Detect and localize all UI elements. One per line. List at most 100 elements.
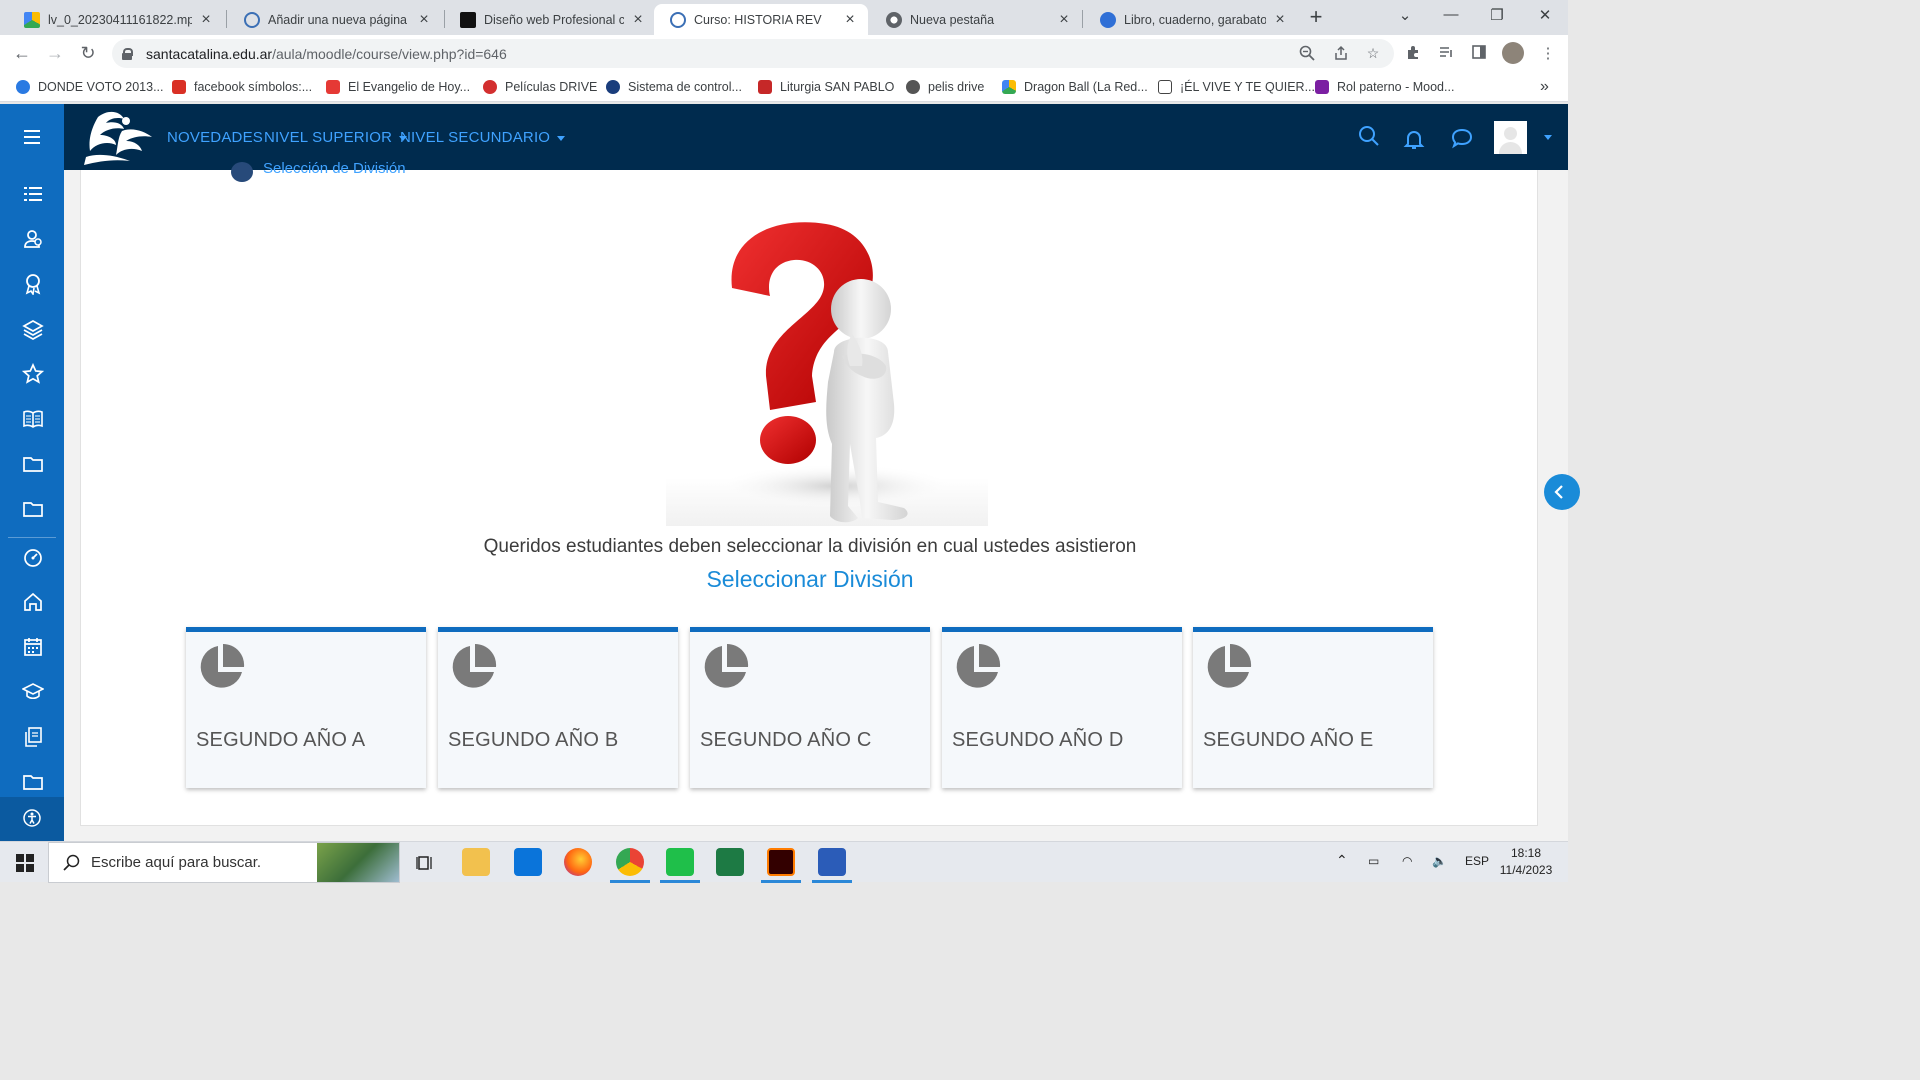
menu-novedades[interactable]: NOVEDADES [167, 129, 263, 146]
division-card-d[interactable]: SEGUNDO AÑO D [942, 627, 1182, 788]
active-app-indicator [660, 880, 700, 883]
bookmark-item[interactable]: Liturgia SAN PABLO [758, 78, 894, 96]
more-bookmarks-icon[interactable]: » [1540, 78, 1549, 96]
user-menu-caret-icon[interactable] [1544, 135, 1552, 140]
new-tab-icon[interactable]: + [1304, 6, 1328, 30]
list-icon[interactable] [22, 183, 44, 205]
folder-icon[interactable] [22, 498, 44, 520]
battery-icon[interactable]: ▭ [1368, 854, 1379, 868]
participants-icon[interactable] [22, 228, 44, 250]
tab-search-icon[interactable]: ⌄ [1390, 6, 1420, 24]
word-icon[interactable] [818, 848, 846, 876]
right-drawer-toggle[interactable] [1544, 474, 1580, 510]
calendar-icon[interactable] [22, 636, 44, 658]
bell-icon[interactable] [1402, 127, 1426, 151]
course-section-card: Selección de División Queridos estudiant… [80, 160, 1539, 826]
previous-activity-link[interactable]: Selección de División [263, 160, 406, 177]
browser-tab[interactable]: lv_0_20230411161822.mp4 × [8, 4, 224, 35]
left-drawer [0, 170, 64, 841]
illustrator-icon[interactable] [767, 848, 795, 876]
bookmark-item[interactable]: Rol paterno - Mood... [1315, 78, 1454, 96]
menu-nivel-superior[interactable]: NIVEL SUPERIOR [264, 129, 408, 146]
bookmark-item[interactable]: Sistema de control... [606, 78, 742, 96]
chrome-menu-icon[interactable]: ⋮ [1538, 44, 1558, 64]
folder-icon[interactable] [22, 453, 44, 475]
bookmark-item[interactable]: Dragon Ball (La Red... [1002, 78, 1148, 96]
badges-icon[interactable] [22, 273, 44, 295]
volume-icon[interactable]: 🔈 [1432, 854, 1447, 868]
close-window-icon[interactable]: ✕ [1530, 6, 1560, 24]
browser-tab[interactable]: Nueva pestaña × [870, 4, 1082, 35]
menu-nivel-secundario[interactable]: NIVEL SECUNDARIO [400, 129, 566, 146]
division-card-e[interactable]: SEGUNDO AÑO E [1193, 627, 1433, 788]
school-logo[interactable] [78, 109, 154, 167]
address-bar[interactable]: santacatalina.edu.ar/aula/moodle/course/… [112, 39, 1394, 68]
wifi-icon[interactable]: ◠ [1402, 854, 1412, 868]
browser-tab-active[interactable]: Curso: HISTORIA REV × [654, 4, 868, 35]
language-indicator[interactable]: ESP [1465, 854, 1489, 868]
excel-icon[interactable] [716, 848, 744, 876]
task-view-icon[interactable] [416, 854, 434, 872]
profile-avatar[interactable] [1502, 42, 1524, 64]
pj-favicon-icon [1158, 80, 1172, 94]
accessibility-button[interactable] [0, 797, 64, 841]
bookmark-item[interactable]: pelis drive [906, 78, 984, 96]
graduation-cap-icon[interactable] [22, 681, 44, 703]
restore-icon[interactable]: ❐ [1482, 6, 1512, 24]
minimize-icon[interactable]: — [1436, 6, 1466, 23]
file-explorer-icon[interactable] [462, 848, 490, 876]
url-host: santacatalina.edu.ar [146, 45, 273, 62]
lock-icon[interactable] [122, 47, 133, 60]
drawer-toggle-button[interactable] [0, 104, 64, 170]
tray-chevron-up-icon[interactable]: ⌃ [1336, 852, 1348, 869]
extensions-icon[interactable] [1404, 44, 1424, 64]
browser-tab[interactable]: Libro, cuaderno, garabato, × [1084, 4, 1298, 35]
taskbar-search-box[interactable]: Escribe aquí para buscar. [48, 842, 400, 883]
bookmark-item[interactable]: Películas DRIVE [483, 78, 597, 96]
division-card-b[interactable]: SEGUNDO AÑO B [438, 627, 678, 788]
browser-tab[interactable]: Diseño web Profesional con × [444, 4, 656, 35]
side-panel-icon[interactable] [1469, 44, 1489, 64]
site-favicon-icon [670, 11, 686, 28]
home-icon[interactable] [22, 591, 44, 613]
close-tab-icon[interactable]: × [1056, 11, 1072, 29]
layers-icon[interactable] [22, 318, 44, 340]
reading-list-icon[interactable] [1436, 44, 1456, 64]
zoom-icon[interactable] [1298, 45, 1316, 63]
close-tab-icon[interactable]: × [416, 11, 432, 29]
bookmark-item[interactable]: El Evangelio de Hoy... [326, 78, 470, 96]
windows-start-icon[interactable] [16, 854, 34, 872]
dashboard-icon[interactable] [22, 546, 44, 568]
notepad-green-icon[interactable] [666, 848, 694, 876]
close-tab-icon[interactable]: × [1272, 11, 1288, 29]
division-card-c[interactable]: SEGUNDO AÑO C [690, 627, 930, 788]
book-icon[interactable] [22, 408, 44, 430]
bookmark-item[interactable]: ¡ÉL VIVE Y TE QUIER... [1158, 78, 1315, 96]
reload-icon[interactable]: ↻ [77, 42, 99, 64]
division-label: SEGUNDO AÑO E [1203, 729, 1374, 751]
folder-icon[interactable] [22, 771, 44, 793]
bookmark-item[interactable]: facebook símbolos:... [172, 78, 312, 96]
firefox-icon[interactable] [564, 848, 592, 876]
division-card-a[interactable]: SEGUNDO AÑO A [186, 627, 426, 788]
close-tab-icon[interactable]: × [842, 11, 858, 29]
chrome-icon[interactable] [616, 848, 644, 876]
bookmark-star-icon[interactable]: ☆ [1364, 45, 1382, 63]
bookmarks-bar: DONDE VOTO 2013... facebook símbolos:...… [0, 72, 1568, 102]
share-icon[interactable] [1332, 45, 1350, 63]
search-icon[interactable] [1357, 124, 1381, 148]
user-avatar[interactable] [1494, 121, 1527, 154]
close-tab-icon[interactable]: × [198, 11, 214, 29]
forward-icon[interactable]: → [44, 42, 66, 64]
star-icon[interactable] [22, 363, 44, 385]
chat-icon[interactable] [1450, 126, 1474, 150]
back-icon[interactable]: ← [11, 42, 33, 64]
browser-tab[interactable]: Añadir una nueva página ‹ × [228, 4, 442, 35]
bookmark-item[interactable]: DONDE VOTO 2013... [16, 78, 164, 96]
select-division-link[interactable]: Seleccionar División [81, 566, 1539, 593]
site-favicon-icon [244, 11, 260, 28]
files-icon[interactable] [22, 726, 44, 748]
taskbar-clock[interactable]: 18:18 11/4/2023 [1490, 845, 1562, 879]
mail-icon[interactable] [514, 848, 542, 876]
close-tab-icon[interactable]: × [630, 11, 646, 29]
